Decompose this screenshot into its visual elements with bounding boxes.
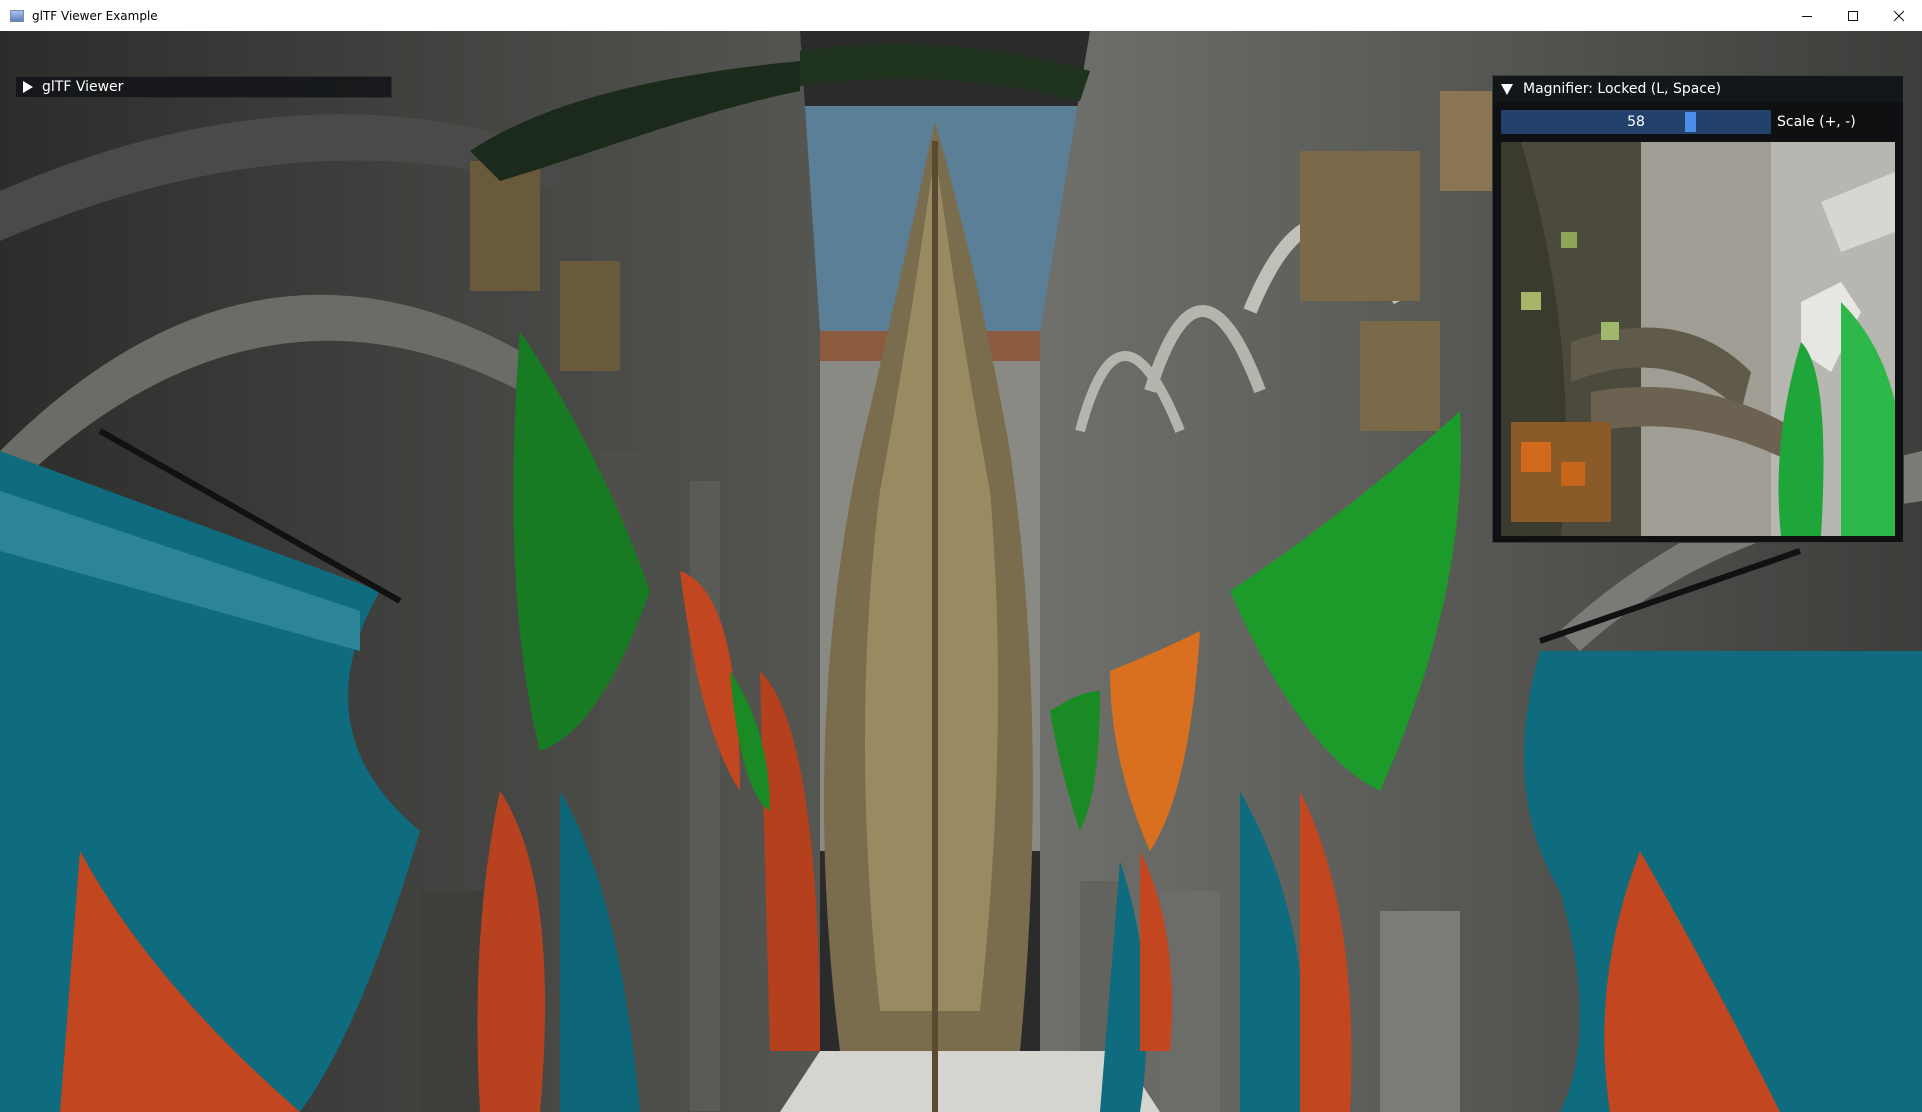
maximize-icon[interactable] bbox=[1830, 0, 1876, 31]
magnifier-panel: Magnifier: Locked (L, Space) 58 Scale (+… bbox=[1492, 75, 1904, 543]
gltf-viewer-window-collapsed[interactable]: glTF Viewer bbox=[15, 76, 392, 98]
title-bar: glTF Viewer Example bbox=[0, 0, 1922, 32]
collapse-arrow-icon[interactable] bbox=[1501, 83, 1513, 95]
magnifier-title: Magnifier: Locked (L, Space) bbox=[1523, 81, 1722, 97]
expand-arrow-icon[interactable] bbox=[23, 81, 33, 93]
minimize-icon[interactable] bbox=[1784, 0, 1830, 31]
scale-slider-value: 58 bbox=[1627, 114, 1645, 130]
app-icon bbox=[10, 9, 24, 22]
close-icon[interactable] bbox=[1876, 0, 1922, 31]
scale-label: Scale (+, -) bbox=[1777, 114, 1856, 130]
gltf-viewer-title: glTF Viewer bbox=[42, 79, 124, 95]
magnified-image bbox=[1501, 142, 1895, 536]
window-title: glTF Viewer Example bbox=[32, 8, 158, 23]
scale-slider[interactable]: 58 bbox=[1501, 110, 1771, 134]
render-viewport[interactable]: glTF Viewer Magnifier: Locked (L, Space)… bbox=[0, 31, 1922, 1112]
scale-row: 58 Scale (+, -) bbox=[1501, 109, 1895, 135]
window-controls bbox=[1784, 0, 1922, 31]
magnifier-titlebar[interactable]: Magnifier: Locked (L, Space) bbox=[1493, 76, 1903, 102]
